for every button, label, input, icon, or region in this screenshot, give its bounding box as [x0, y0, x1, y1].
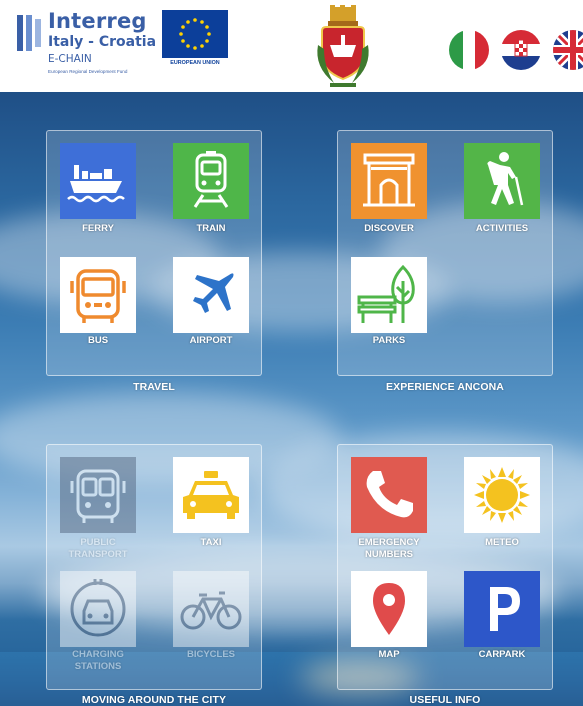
charging-station-icon — [60, 571, 136, 647]
discover-tile[interactable] — [351, 143, 427, 219]
meteo-label: METEO — [485, 537, 519, 548]
activities-tile[interactable] — [464, 143, 540, 219]
interreg-brand-text: Interreg — [48, 9, 147, 33]
carpark-label: CARPARK — [478, 649, 526, 660]
train-label: TRAIN — [196, 223, 226, 234]
public-transport-label: PUBLIC TRANSPORT — [50, 537, 146, 561]
train-tile[interactable] — [173, 143, 249, 219]
ferry-label: FERRY — [82, 223, 114, 234]
hiker-icon — [464, 143, 540, 219]
public-transport-tile[interactable] — [60, 457, 136, 533]
airport-label: AIRPORT — [189, 335, 233, 346]
ferry-icon — [60, 143, 136, 219]
map-label: MAP — [378, 649, 400, 660]
emergency-numbers-label: EMERGENCY NUMBERS — [341, 537, 437, 561]
interreg-logo: Interreg Italy - Croatia E-CHAIN Europea… — [14, 7, 159, 77]
useful-title: USEFUL INFO — [409, 694, 481, 706]
emergency-numbers-label-line1: EMERGENCY — [358, 537, 420, 548]
public-transport-label-line1: PUBLIC — [80, 537, 116, 548]
arch-icon — [351, 143, 427, 219]
bicycle-icon — [173, 571, 249, 647]
ancona-coat-of-arms-icon — [312, 5, 374, 89]
experience-panel: DISCOVER ACTIVITIES PARKS — [337, 130, 553, 376]
travel-panel: FERRY TRAIN BUS AIRPORT — [46, 130, 262, 376]
eu-label: EUROPEAN UNION — [170, 60, 220, 66]
carpark-tile[interactable] — [464, 571, 540, 647]
bicycles-tile[interactable] — [173, 571, 249, 647]
emergency-numbers-label-line2: NUMBERS — [364, 549, 414, 560]
interreg-project-text: E-CHAIN — [48, 53, 92, 65]
eu-flag: EUROPEAN UNION — [162, 10, 228, 68]
meteo-tile[interactable] — [464, 457, 540, 533]
phone-icon — [351, 457, 427, 533]
bus-icon — [60, 257, 136, 333]
bicycles-label: BICYCLES — [186, 649, 236, 660]
map-pin-icon — [351, 571, 427, 647]
parking-icon — [464, 571, 540, 647]
train-icon — [173, 143, 249, 219]
italian-flag-icon[interactable] — [449, 30, 489, 70]
taxi-label: TAXI — [200, 537, 222, 548]
interreg-program-text: Italy - Croatia — [48, 34, 157, 50]
header: Interreg Italy - Croatia E-CHAIN Europea… — [0, 0, 583, 92]
charging-stations-label-line1: CHARGING — [72, 649, 124, 660]
map-tile[interactable] — [351, 571, 427, 647]
park-icon — [351, 257, 427, 333]
useful-panel: EMERGENCY NUMBERS METEO MAP CARPARK — [337, 444, 553, 690]
taxi-icon — [173, 457, 249, 533]
discover-label: DISCOVER — [364, 223, 414, 234]
croatian-flag-icon[interactable] — [501, 30, 541, 70]
sun-icon — [464, 457, 540, 533]
emergency-numbers-tile[interactable] — [351, 457, 427, 533]
parks-tile[interactable] — [351, 257, 427, 333]
charging-stations-label-line2: STATIONS — [74, 661, 122, 672]
taxi-tile[interactable] — [173, 457, 249, 533]
moving-title: MOVING AROUND THE CITY — [81, 694, 227, 706]
uk-flag-icon[interactable] — [553, 30, 583, 70]
charging-station-tile[interactable] — [60, 571, 136, 647]
charging-stations-label: CHARGING STATIONS — [50, 649, 146, 673]
parks-label: PARKS — [372, 335, 406, 346]
bus-tile[interactable] — [60, 257, 136, 333]
airplane-icon — [173, 257, 249, 333]
interreg-fund-text: European Regional Development Fund — [48, 69, 128, 74]
moving-panel: PUBLIC TRANSPORT TAXI CHARGING STATIONS … — [46, 444, 262, 690]
interreg-mark-icon — [17, 15, 41, 51]
eu-flag-icon — [162, 10, 228, 58]
public-transport-label-line2: TRANSPORT — [68, 549, 128, 560]
travel-title: TRAVEL — [133, 381, 175, 393]
activities-label: ACTIVITIES — [475, 223, 529, 234]
ferry-tile[interactable] — [60, 143, 136, 219]
experience-title: EXPERIENCE ANCONA — [386, 381, 504, 393]
public-transport-icon — [60, 457, 136, 533]
bus-label: BUS — [87, 335, 109, 346]
airport-tile[interactable] — [173, 257, 249, 333]
